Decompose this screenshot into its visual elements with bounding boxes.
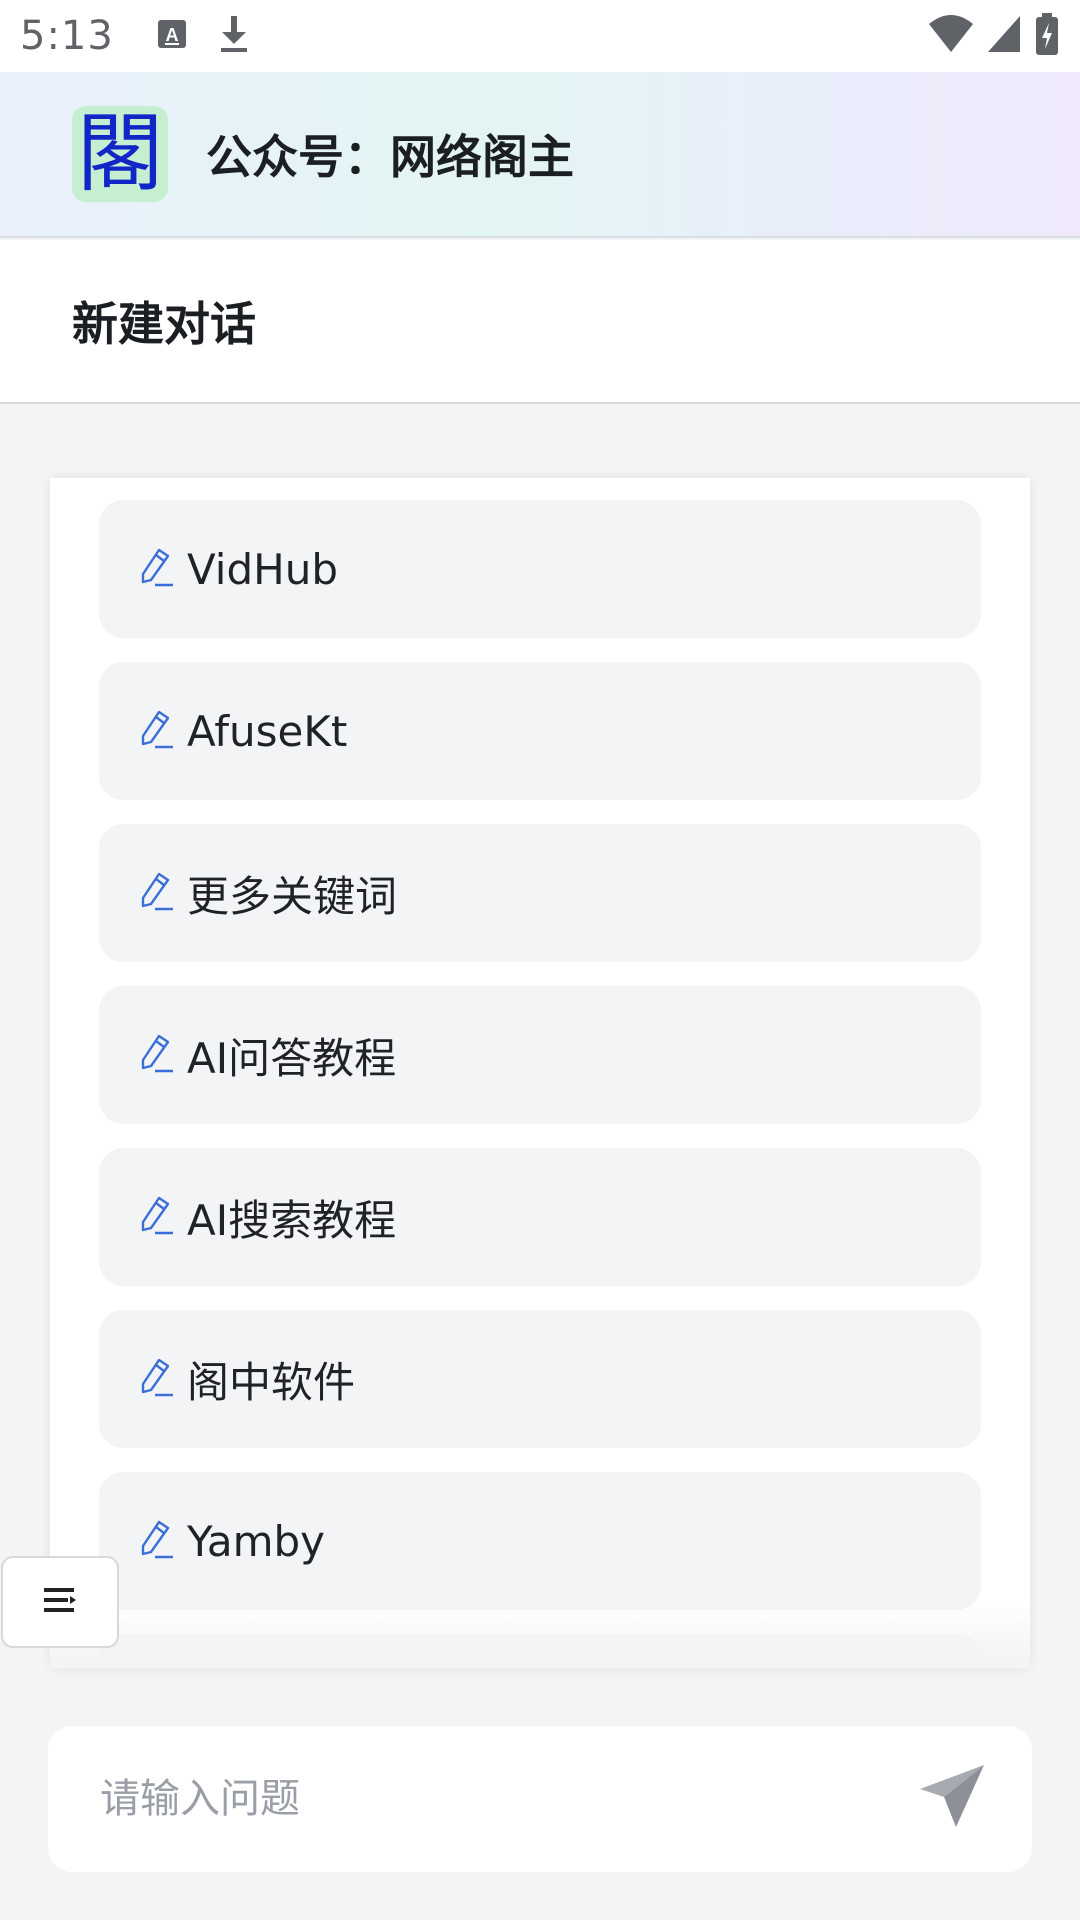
- logo-glyph: 閣: [77, 106, 163, 202]
- app-header: 閣 公众号：网络阁主: [0, 72, 1080, 238]
- suggestion-label: VidHub: [187, 544, 338, 594]
- suggestion-chip[interactable]: AI问答教程: [99, 986, 981, 1124]
- suggestion-chip[interactable]: AfuseKt: [99, 662, 981, 800]
- svg-text:A: A: [165, 25, 178, 45]
- suggestion-label: 阁中软件: [187, 1357, 356, 1407]
- status-bar: 5:13 A: [0, 0, 1080, 72]
- question-input-bar: [48, 1726, 1032, 1872]
- suggestion-label: Yamby: [187, 1516, 326, 1566]
- pencil-icon: [137, 871, 177, 915]
- status-left-icons: A: [156, 14, 250, 58]
- suggestion-label: AfuseKt: [187, 706, 348, 756]
- page-title: 公众号：网络阁主: [206, 130, 574, 184]
- suggestion-chip[interactable]: VidHub: [99, 500, 981, 638]
- suggestion-label: AI搜索教程: [187, 1195, 397, 1245]
- app-logo: 閣: [72, 106, 168, 202]
- send-paper-plane-icon: [918, 1763, 986, 1835]
- suggestion-label: 更多关键词: [187, 871, 398, 921]
- suggestion-panel[interactable]: VidHub AfuseKt 更多关键词 AI问答教程 AI搜索教程 阁中软件 …: [50, 478, 1030, 1668]
- pencil-icon: [137, 1357, 177, 1401]
- wifi-icon: [928, 14, 974, 58]
- pencil-icon: [137, 1519, 177, 1563]
- suggestion-chip[interactable]: Yamby: [99, 1472, 981, 1610]
- pencil-icon: [137, 1033, 177, 1077]
- pencil-icon: [137, 709, 177, 753]
- send-button[interactable]: [912, 1759, 992, 1839]
- new-chat-label: 新建对话: [72, 297, 256, 351]
- suggestion-chip[interactable]: 更多关键词: [99, 824, 981, 962]
- download-icon: [218, 14, 250, 58]
- signal-icon: [986, 14, 1022, 58]
- menu-list-icon: [42, 1585, 78, 1619]
- app-screen: 5:13 A 閣 公众号：网络阁主 新建对话 VidHub AfuseKt 更多…: [0, 0, 1080, 1920]
- font-download-icon: A: [156, 18, 188, 54]
- suggestion-chip[interactable]: 阁中软件: [99, 1310, 981, 1448]
- pencil-icon: [137, 1195, 177, 1239]
- battery-charging-icon: [1034, 12, 1060, 60]
- suggestion-chip[interactable]: AI搜索教程: [99, 1148, 981, 1286]
- scroll-fade: [50, 1598, 1030, 1668]
- question-input[interactable]: [100, 1759, 912, 1839]
- pencil-icon: [137, 547, 177, 591]
- menu-toggle-button[interactable]: [1, 1556, 119, 1648]
- new-chat-button[interactable]: 新建对话: [0, 240, 1080, 404]
- status-time: 5:13: [20, 13, 114, 59]
- status-right-icons: [928, 12, 1060, 60]
- suggestion-label: AI问答教程: [187, 1033, 397, 1083]
